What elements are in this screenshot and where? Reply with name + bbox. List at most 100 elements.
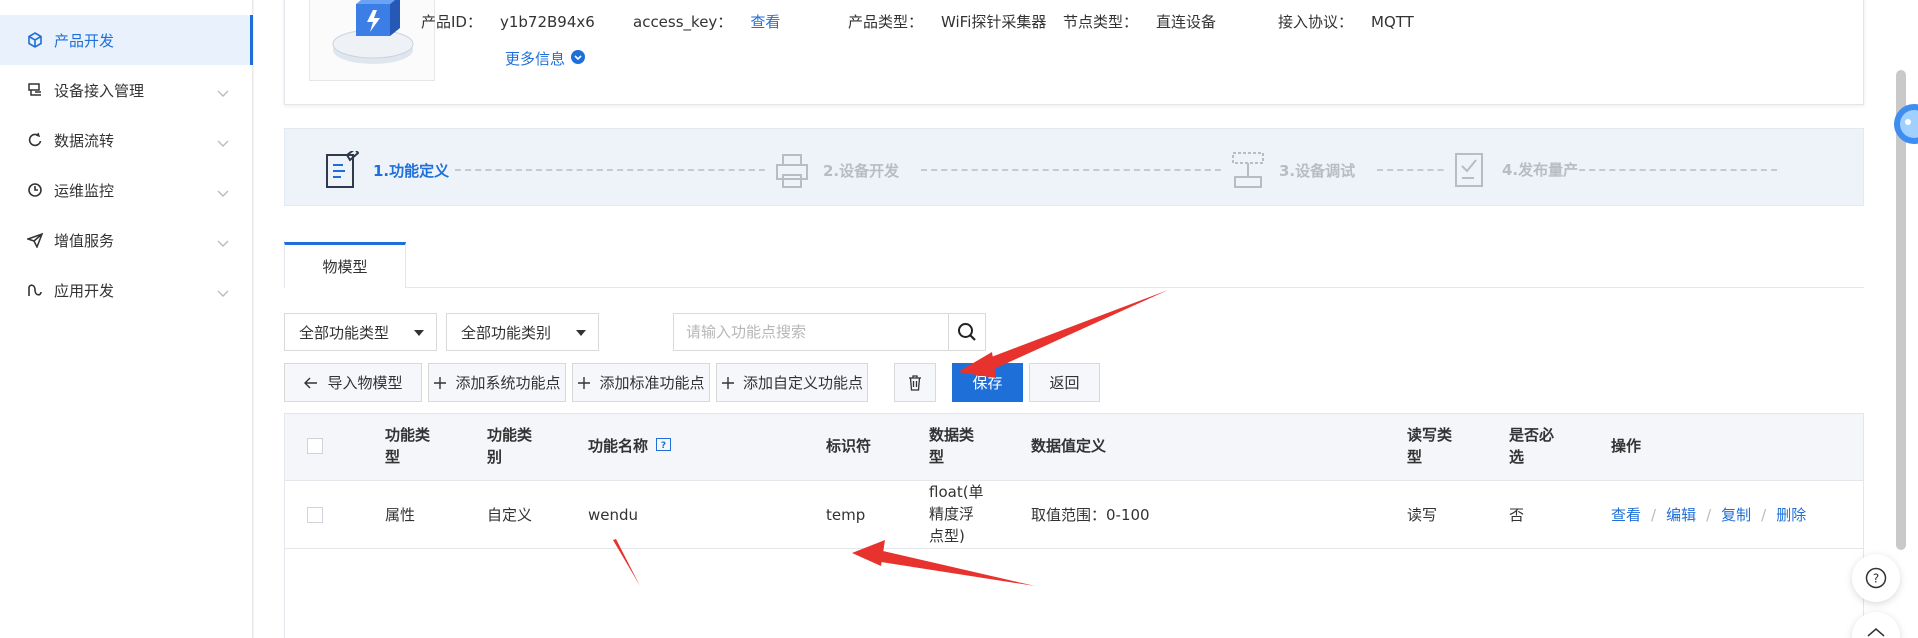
save-button[interactable]: 保存 (952, 363, 1023, 402)
col-func-category: 功能类别 (487, 426, 533, 466)
col-identifier: 标识符 (826, 437, 872, 455)
printer-icon (776, 154, 808, 188)
svg-text:?: ? (661, 441, 666, 451)
flow-icon (26, 131, 44, 149)
function-table: 功能类型 功能类别 功能名称 ? 标识符 数据类型 数据值定义 读写类型 是否必… (284, 413, 1864, 638)
caret-down-icon (576, 330, 586, 336)
progress-steps: 1.功能定义 2.设备开发 3.设备调试 (284, 128, 1864, 206)
col-func-name: 功能名称 ? (588, 435, 672, 457)
step-release-label[interactable]: 4.发布量产 (1446, 150, 1579, 188)
sidebar-item-value-added[interactable]: 增值服务 (0, 215, 253, 265)
product-image (309, 0, 435, 81)
sidebar-item-label: 应用开发 (54, 281, 115, 300)
copy-link[interactable]: 复制 (1721, 506, 1751, 524)
plus-icon (578, 376, 591, 389)
search-button[interactable] (948, 313, 986, 351)
cell-func-name: wendu (588, 506, 639, 524)
sidebar-item-device-access[interactable]: 设备接入管理 (0, 65, 253, 115)
node-type: 节点类型： 直连设备 (1063, 13, 1217, 31)
svg-text:?: ? (1873, 572, 1879, 586)
chevron-down-icon (217, 234, 229, 252)
col-rw-type: 读写类型 (1407, 426, 1453, 466)
step-develop[interactable]: 2.设备开发 (775, 151, 899, 189)
access-key: access_key： 查看 (633, 13, 781, 31)
sidebar-item-app-dev[interactable]: 应用开发 (0, 265, 253, 315)
help-icon[interactable]: ? (656, 435, 672, 457)
table-header: 功能类型 功能类别 功能名称 ? 标识符 数据类型 数据值定义 读写类型 是否必… (285, 414, 1863, 481)
search-icon (958, 323, 976, 341)
question-icon: ? (1865, 567, 1887, 589)
cube-icon (26, 31, 44, 49)
sidebar-item-label: 数据流转 (54, 131, 115, 150)
step-connector (455, 169, 765, 171)
cell-identifier: temp (826, 506, 866, 524)
sidebar-item-label: 设备接入管理 (54, 81, 145, 100)
app-icon (26, 281, 44, 299)
col-func-type: 功能类型 (385, 426, 431, 466)
sidebar-item-product-dev[interactable]: 产品开发 (0, 15, 253, 65)
table-row: 属性 自定义 wendu temp float(单 精度浮 点型) 取值范围：0… (285, 481, 1863, 549)
tab-divider (406, 287, 1864, 288)
home-icon (1867, 628, 1885, 637)
sidebar-item-data-flow[interactable]: 数据流转 (0, 115, 253, 165)
product-info-card: 产品ID： y1b72B94x6 access_key： 查看 产品类型： WiFi探… (284, 0, 1864, 105)
delete-button[interactable] (894, 363, 936, 402)
cell-data-definition: 取值范围：0-100 (1031, 506, 1150, 524)
caret-down-icon (414, 330, 424, 336)
chevron-down-icon (217, 134, 229, 152)
view-link[interactable]: 查看 (1611, 506, 1641, 524)
sidebar-item-ops-monitor[interactable]: 运维监控 (0, 165, 253, 215)
function-type-select[interactable]: 全部功能类型 (284, 313, 437, 351)
import-icon (304, 377, 318, 388)
trash-icon (909, 374, 921, 391)
more-info-link[interactable]: 更多信息 (505, 48, 586, 69)
chevron-down-icon (217, 184, 229, 202)
delete-link[interactable]: 删除 (1776, 506, 1806, 524)
add-custom-function-button[interactable]: 添加自定义功能点 (716, 363, 868, 402)
cell-rw-type: 读写 (1407, 506, 1438, 524)
import-model-button[interactable]: 导入物模型 (284, 363, 422, 402)
function-search-input[interactable] (673, 313, 949, 351)
sidebar-item-label: 产品开发 (54, 31, 115, 50)
col-data-definition: 数据值定义 (1031, 437, 1107, 455)
tab-thing-model[interactable]: 物模型 (284, 242, 406, 288)
select-all-checkbox[interactable] (307, 438, 323, 454)
product-id: 产品ID： y1b72B94x6 (421, 13, 595, 31)
cell-required: 否 (1509, 506, 1525, 524)
add-system-function-button[interactable]: 添加系统功能点 (428, 363, 566, 402)
sidebar-item-label: 增值服务 (54, 231, 115, 250)
chevron-circle-icon (571, 49, 586, 68)
main-content: 产品ID： y1b72B94x6 access_key： 查看 产品类型： WiFi探… (254, 0, 1918, 638)
chevron-down-icon (217, 284, 229, 302)
product-type: 产品类型： WiFi探针采集器 (848, 13, 1047, 31)
cell-data-type: float(单 精度浮 点型) (929, 483, 984, 545)
cell-func-category: 自定义 (487, 506, 533, 524)
edit-link[interactable]: 编辑 (1666, 506, 1696, 524)
step-connector (921, 169, 1221, 171)
col-data-type: 数据类型 (929, 426, 975, 466)
col-required: 是否必选 (1509, 426, 1555, 466)
device-icon (26, 81, 44, 99)
add-standard-function-button[interactable]: 添加标准功能点 (572, 363, 710, 402)
col-operations: 操作 (1611, 437, 1642, 455)
help-button[interactable]: ? (1852, 554, 1900, 602)
monitor-icon (26, 181, 44, 199)
sidebar: 产品开发 设备接入管理 数据流转 运维监控 增值服务 应用开发 (0, 0, 253, 638)
access-protocol: 接入协议： MQTT (1278, 13, 1414, 31)
view-key-link[interactable]: 查看 (750, 13, 780, 31)
cell-func-type: 属性 (385, 506, 416, 524)
function-category-select[interactable]: 全部功能类别 (446, 313, 599, 351)
row-checkbox[interactable] (307, 507, 323, 523)
edit-doc-icon (326, 151, 359, 188)
plus-icon (434, 376, 447, 389)
step-define[interactable]: 1.功能定义 (325, 151, 449, 189)
debug-icon (1232, 152, 1264, 188)
send-icon (26, 231, 44, 249)
chevron-down-icon (217, 84, 229, 102)
sidebar-item-label: 运维监控 (54, 181, 115, 200)
plus-icon (721, 376, 734, 389)
back-button[interactable]: 返回 (1029, 363, 1100, 402)
cell-operations: 查看 / 编辑 / 复制 / 删除 (1611, 506, 1807, 524)
step-debug[interactable]: 3.设备调试 (1231, 151, 1355, 189)
assistant-bot-icon[interactable] (1884, 100, 1918, 148)
